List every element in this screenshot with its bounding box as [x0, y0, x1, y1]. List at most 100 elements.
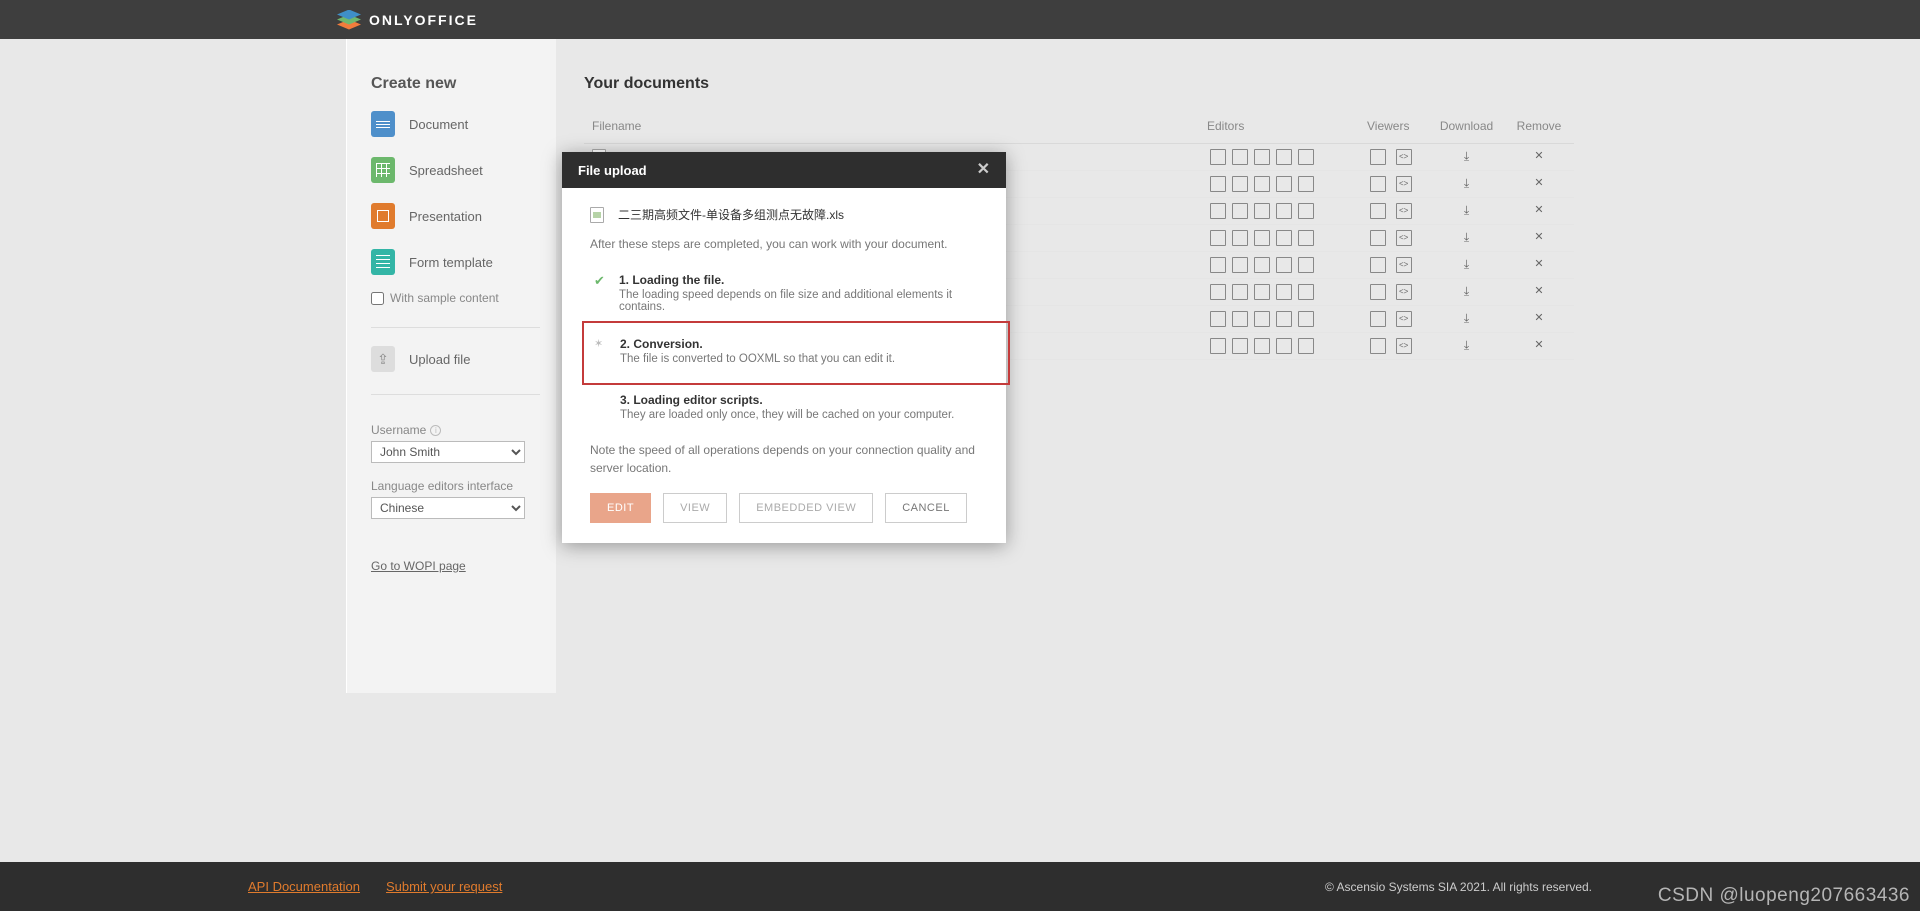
- language-select[interactable]: Chinese: [371, 497, 525, 519]
- view-button[interactable]: View: [663, 493, 727, 523]
- editor-mobile-icon[interactable]: [1254, 203, 1270, 219]
- editor-tablet-icon[interactable]: [1232, 149, 1248, 165]
- editor-tablet-icon[interactable]: [1232, 257, 1248, 273]
- create-document[interactable]: Document: [371, 111, 540, 137]
- viewer-embed-icon[interactable]: [1396, 311, 1412, 327]
- remove-icon[interactable]: [1531, 149, 1547, 165]
- wopi-page-link[interactable]: Go to WOPI page: [371, 559, 466, 573]
- editor-mobile-icon[interactable]: [1254, 257, 1270, 273]
- modal-note: Note the speed of all operations depends…: [590, 441, 978, 477]
- editor-mobile-icon[interactable]: [1254, 149, 1270, 165]
- upload-file[interactable]: ⇪ Upload file: [371, 346, 540, 372]
- viewer-icon[interactable]: [1370, 311, 1386, 327]
- editor-desktop-icon[interactable]: [1210, 257, 1226, 273]
- editor-comment-icon[interactable]: [1276, 230, 1292, 246]
- submit-request-link[interactable]: Submit your request: [386, 879, 502, 894]
- editor-comment-icon[interactable]: [1276, 311, 1292, 327]
- brand-logo[interactable]: ONLYOFFICE: [337, 8, 478, 32]
- sample-content-checkbox[interactable]: [371, 292, 384, 305]
- viewer-embed-icon[interactable]: [1396, 149, 1412, 165]
- create-form-template[interactable]: Form template: [371, 249, 540, 275]
- editor-comment-icon[interactable]: [1276, 257, 1292, 273]
- download-icon[interactable]: [1459, 203, 1475, 219]
- editor-mobile-icon[interactable]: [1254, 311, 1270, 327]
- download-icon[interactable]: [1459, 257, 1475, 273]
- document-icon: [371, 111, 395, 137]
- xls-file-icon: [590, 207, 604, 223]
- remove-icon[interactable]: [1531, 338, 1547, 354]
- remove-icon[interactable]: [1531, 311, 1547, 327]
- close-icon[interactable]: ✕: [977, 162, 990, 178]
- editor-tablet-icon[interactable]: [1232, 284, 1248, 300]
- viewer-icon[interactable]: [1370, 338, 1386, 354]
- editor-mobile-icon[interactable]: [1254, 284, 1270, 300]
- viewer-embed-icon[interactable]: [1396, 257, 1412, 273]
- editor-review-icon[interactable]: [1298, 230, 1314, 246]
- viewer-embed-icon[interactable]: [1396, 230, 1412, 246]
- edit-button[interactable]: Edit: [590, 493, 651, 523]
- editor-comment-icon[interactable]: [1276, 338, 1292, 354]
- viewer-embed-icon[interactable]: [1396, 176, 1412, 192]
- viewer-embed-icon[interactable]: [1396, 203, 1412, 219]
- viewer-icon[interactable]: [1370, 284, 1386, 300]
- download-icon[interactable]: [1459, 311, 1475, 327]
- download-icon[interactable]: [1459, 149, 1475, 165]
- viewer-icon[interactable]: [1370, 257, 1386, 273]
- create-document-label: Document: [409, 117, 468, 132]
- username-select[interactable]: John Smith: [371, 441, 525, 463]
- remove-icon[interactable]: [1531, 176, 1547, 192]
- editor-review-icon[interactable]: [1298, 176, 1314, 192]
- download-icon[interactable]: [1459, 176, 1475, 192]
- api-documentation-link[interactable]: API Documentation: [248, 879, 360, 894]
- step-3-icon-empty: [594, 393, 608, 421]
- editor-desktop-icon[interactable]: [1210, 149, 1226, 165]
- editor-review-icon[interactable]: [1298, 311, 1314, 327]
- download-icon[interactable]: [1459, 338, 1475, 354]
- viewer-icon[interactable]: [1370, 203, 1386, 219]
- editor-comment-icon[interactable]: [1276, 149, 1292, 165]
- editor-desktop-icon[interactable]: [1210, 203, 1226, 219]
- create-spreadsheet[interactable]: Spreadsheet: [371, 157, 540, 183]
- editor-desktop-icon[interactable]: [1210, 176, 1226, 192]
- viewer-icon[interactable]: [1370, 230, 1386, 246]
- create-new-heading: Create new: [371, 75, 540, 93]
- editor-mobile-icon[interactable]: [1254, 338, 1270, 354]
- remove-icon[interactable]: [1531, 203, 1547, 219]
- editor-review-icon[interactable]: [1298, 338, 1314, 354]
- editor-comment-icon[interactable]: [1276, 284, 1292, 300]
- viewer-embed-icon[interactable]: [1396, 284, 1412, 300]
- viewer-icon[interactable]: [1370, 176, 1386, 192]
- editor-tablet-icon[interactable]: [1232, 338, 1248, 354]
- editor-comment-icon[interactable]: [1276, 203, 1292, 219]
- editor-desktop-icon[interactable]: [1210, 284, 1226, 300]
- remove-icon[interactable]: [1531, 230, 1547, 246]
- viewer-icon[interactable]: [1370, 149, 1386, 165]
- remove-icon[interactable]: [1531, 284, 1547, 300]
- editor-review-icon[interactable]: [1298, 149, 1314, 165]
- editor-comment-icon[interactable]: [1276, 176, 1292, 192]
- editor-tablet-icon[interactable]: [1232, 203, 1248, 219]
- embedded-view-button[interactable]: Embedded view: [739, 493, 873, 523]
- create-presentation[interactable]: Presentation: [371, 203, 540, 229]
- sidebar-divider: [371, 327, 540, 328]
- editor-tablet-icon[interactable]: [1232, 311, 1248, 327]
- editor-desktop-icon[interactable]: [1210, 311, 1226, 327]
- editor-mobile-icon[interactable]: [1254, 230, 1270, 246]
- download-icon[interactable]: [1459, 230, 1475, 246]
- sample-content-checkbox-wrap[interactable]: With sample content: [371, 291, 540, 305]
- editor-mobile-icon[interactable]: [1254, 176, 1270, 192]
- sidebar-divider-2: [371, 394, 540, 395]
- editor-review-icon[interactable]: [1298, 284, 1314, 300]
- download-icon[interactable]: [1459, 284, 1475, 300]
- editor-desktop-icon[interactable]: [1210, 338, 1226, 354]
- cancel-button[interactable]: Cancel: [885, 493, 967, 523]
- editor-desktop-icon[interactable]: [1210, 230, 1226, 246]
- modal-actions: Edit View Embedded view Cancel: [590, 493, 978, 523]
- editor-review-icon[interactable]: [1298, 257, 1314, 273]
- editor-tablet-icon[interactable]: [1232, 230, 1248, 246]
- editor-review-icon[interactable]: [1298, 203, 1314, 219]
- upload-file-row: 二三期高频文件-单设备多组测点无故障.xls: [590, 206, 978, 223]
- viewer-embed-icon[interactable]: [1396, 338, 1412, 354]
- editor-tablet-icon[interactable]: [1232, 176, 1248, 192]
- remove-icon[interactable]: [1531, 257, 1547, 273]
